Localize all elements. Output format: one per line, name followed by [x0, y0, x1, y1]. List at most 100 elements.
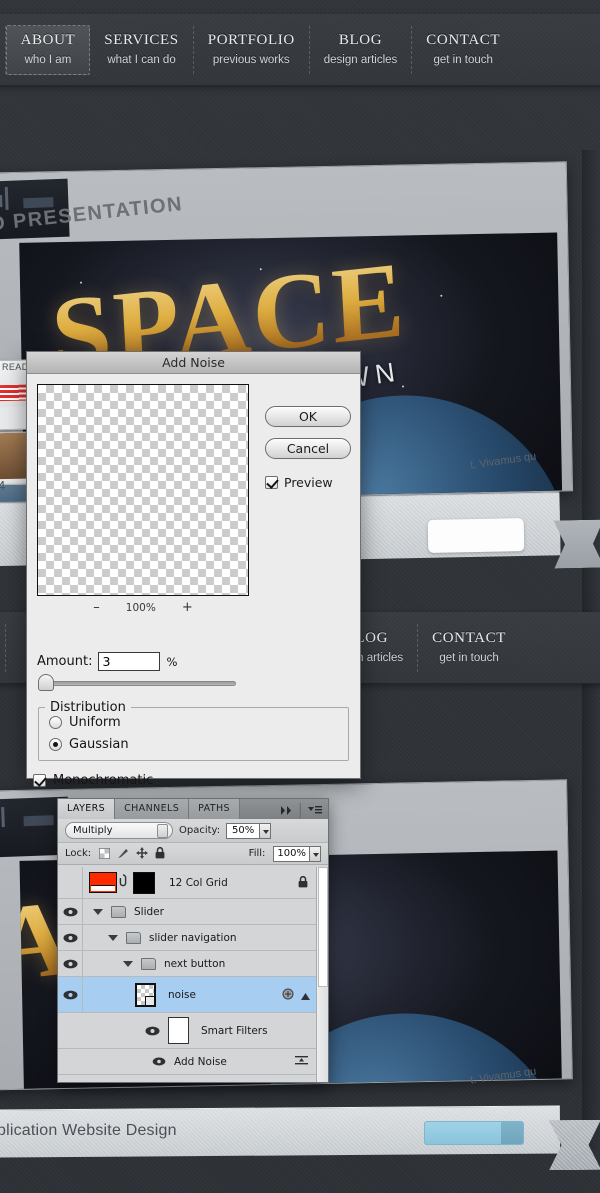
lock-all-icon[interactable] [155, 844, 165, 863]
opacity-input[interactable]: 50% [226, 822, 261, 839]
card-count: 4 [0, 478, 6, 493]
amount-row[interactable]: Amount: 3 % [37, 652, 177, 671]
filter-blend-options-icon[interactable] [295, 1055, 308, 1069]
nav-item-0[interactable]: E ere [0, 25, 6, 74]
chevron-down-icon[interactable] [123, 960, 133, 967]
layer-mask-thumbnail[interactable] [133, 871, 155, 894]
layer-thumbnail[interactable] [135, 982, 156, 1007]
opacity-label: Opacity: [179, 825, 221, 836]
layer-name: next button [164, 957, 226, 970]
nav-item-title: CONTACT [432, 629, 506, 646]
fill-chevron-down-icon[interactable] [310, 845, 321, 862]
layer-thumbnails[interactable] [89, 871, 155, 894]
nav-item-title: PORTFOLIO [207, 31, 295, 48]
nav-item-subtitle: previous works [212, 53, 290, 66]
lock-icon-group[interactable] [98, 844, 165, 863]
radio-gaussian[interactable]: Gaussian [49, 737, 129, 752]
chevron-updown-icon[interactable] [157, 824, 168, 838]
add-noise-dialog[interactable]: Add Noise – 100% + OK Cancel Preview Amo… [26, 351, 361, 788]
preview-checkbox-row[interactable]: Preview [265, 475, 333, 490]
visibility-toggle[interactable] [145, 1021, 160, 1040]
visibility-toggle[interactable] [58, 951, 83, 976]
radio-uniform[interactable]: Uniform [49, 715, 121, 730]
visibility-toggle[interactable] [58, 867, 83, 898]
lock-label: Lock: [65, 848, 92, 859]
lock-position-icon[interactable] [136, 844, 149, 863]
table-row[interactable]: next button [58, 951, 316, 977]
layer-name: slider navigation [149, 931, 237, 944]
blend-mode-row[interactable]: Multiply Opacity: 50% [58, 819, 328, 843]
amount-label: Amount: [37, 654, 93, 669]
ok-button[interactable]: OK [265, 406, 351, 427]
nav-item-contact[interactable]: CONTACT get in touch [412, 26, 514, 74]
table-row[interactable]: slider navigation [58, 925, 316, 951]
blend-mode-value: Multiply [73, 825, 113, 836]
fill-label: Fill: [248, 848, 266, 859]
eye-icon [63, 959, 77, 968]
nav-item-portfolio[interactable]: PORTFOLIO previous works [194, 25, 310, 74]
read-more-link[interactable]: READ [2, 362, 29, 372]
tab-layers[interactable]: LAYERS [58, 799, 116, 819]
panel-controls[interactable]: | [280, 799, 328, 819]
visibility-toggle[interactable] [58, 925, 83, 950]
cancel-button[interactable]: Cancel [265, 438, 351, 459]
nav-item-services[interactable]: SERVICES what I can do [90, 25, 194, 74]
nav-item-title: ABOUT [20, 31, 76, 48]
panel-tab-bar[interactable]: LAYERS CHANNELS PATHS | [58, 799, 328, 819]
visibility-toggle[interactable] [58, 1049, 166, 1074]
amount-slider-knob[interactable] [38, 674, 54, 691]
opacity-chevron-down-icon[interactable] [260, 822, 272, 839]
filter-mask-thumbnail[interactable] [168, 1017, 189, 1044]
table-row[interactable]: Slider [58, 899, 316, 925]
nav-item-title: BLOG [338, 31, 383, 48]
amount-slider-track[interactable] [41, 681, 236, 686]
visibility-toggle[interactable] [58, 899, 83, 924]
layer-name: 12 Col Grid [169, 876, 228, 889]
layers-panel[interactable]: LAYERS CHANNELS PATHS | Multiply Opacity… [57, 798, 329, 1083]
primary-navigation[interactable]: E ere ABOUT who I am SERVICES what I can… [0, 14, 600, 86]
chevron-down-icon[interactable] [93, 908, 103, 915]
layer-name: Add Noise [174, 1055, 227, 1068]
content-input-field[interactable] [427, 518, 525, 553]
zoom-in-button[interactable]: + [182, 600, 193, 615]
blend-mode-select[interactable]: Multiply [65, 822, 173, 839]
tab-spacer [240, 799, 281, 819]
nav-item-about[interactable]: ABOUT who I am [5, 24, 91, 75]
table-row[interactable]: noise [58, 977, 316, 1013]
layer-list[interactable]: 12 Col Grid Slider slider navigation nex… [58, 867, 316, 1082]
monochromatic-row[interactable]: Monochromatic [33, 773, 153, 788]
nav2-item-contact[interactable]: CONTACT get in touch [418, 624, 520, 672]
amount-input[interactable]: 3 [98, 652, 161, 671]
tab-channels[interactable]: CHANNELS [115, 799, 190, 819]
table-row[interactable]: Add Noise [58, 1049, 316, 1075]
nav-item-title: CONTACT [426, 31, 501, 48]
noise-preview-canvas[interactable] [37, 384, 249, 596]
preview-checkbox[interactable] [265, 476, 278, 489]
layer-list-scrollbar[interactable] [316, 867, 328, 1082]
lock-image-pixels-icon[interactable] [117, 844, 129, 863]
footer-progress-pill[interactable] [424, 1121, 524, 1145]
folder-icon [141, 957, 156, 970]
lock-transparent-pixels-icon[interactable] [98, 844, 111, 863]
fill-input[interactable]: 100% [273, 845, 310, 862]
tab-paths[interactable]: PATHS [189, 799, 240, 819]
scrollbar-thumb[interactable] [318, 867, 328, 987]
scroll-up-arrow-icon[interactable] [301, 985, 310, 1004]
uniform-radio[interactable] [49, 716, 62, 729]
lock-row[interactable]: Lock: Fill: 100% [58, 843, 328, 865]
link-icon[interactable] [119, 873, 127, 892]
table-row[interactable]: Smart Filters [58, 1013, 316, 1049]
monochromatic-checkbox[interactable] [33, 774, 46, 787]
layer-thumbnail[interactable] [89, 872, 117, 893]
double-chevron-right-icon[interactable] [280, 800, 293, 819]
zoom-out-button[interactable]: – [93, 600, 100, 615]
chevron-down-icon[interactable] [108, 934, 118, 941]
visibility-toggle[interactable] [58, 977, 83, 1012]
nav2-item-0[interactable]: E ere [0, 623, 6, 672]
nav-item-blog[interactable]: BLOG design articles [310, 25, 413, 74]
zoom-controls[interactable]: – 100% + [37, 600, 249, 615]
nav-item-subtitle: what I can do [107, 53, 176, 66]
panel-menu-icon[interactable] [308, 800, 322, 819]
gaussian-radio[interactable] [49, 738, 62, 751]
table-row[interactable]: 12 Col Grid [58, 867, 316, 899]
